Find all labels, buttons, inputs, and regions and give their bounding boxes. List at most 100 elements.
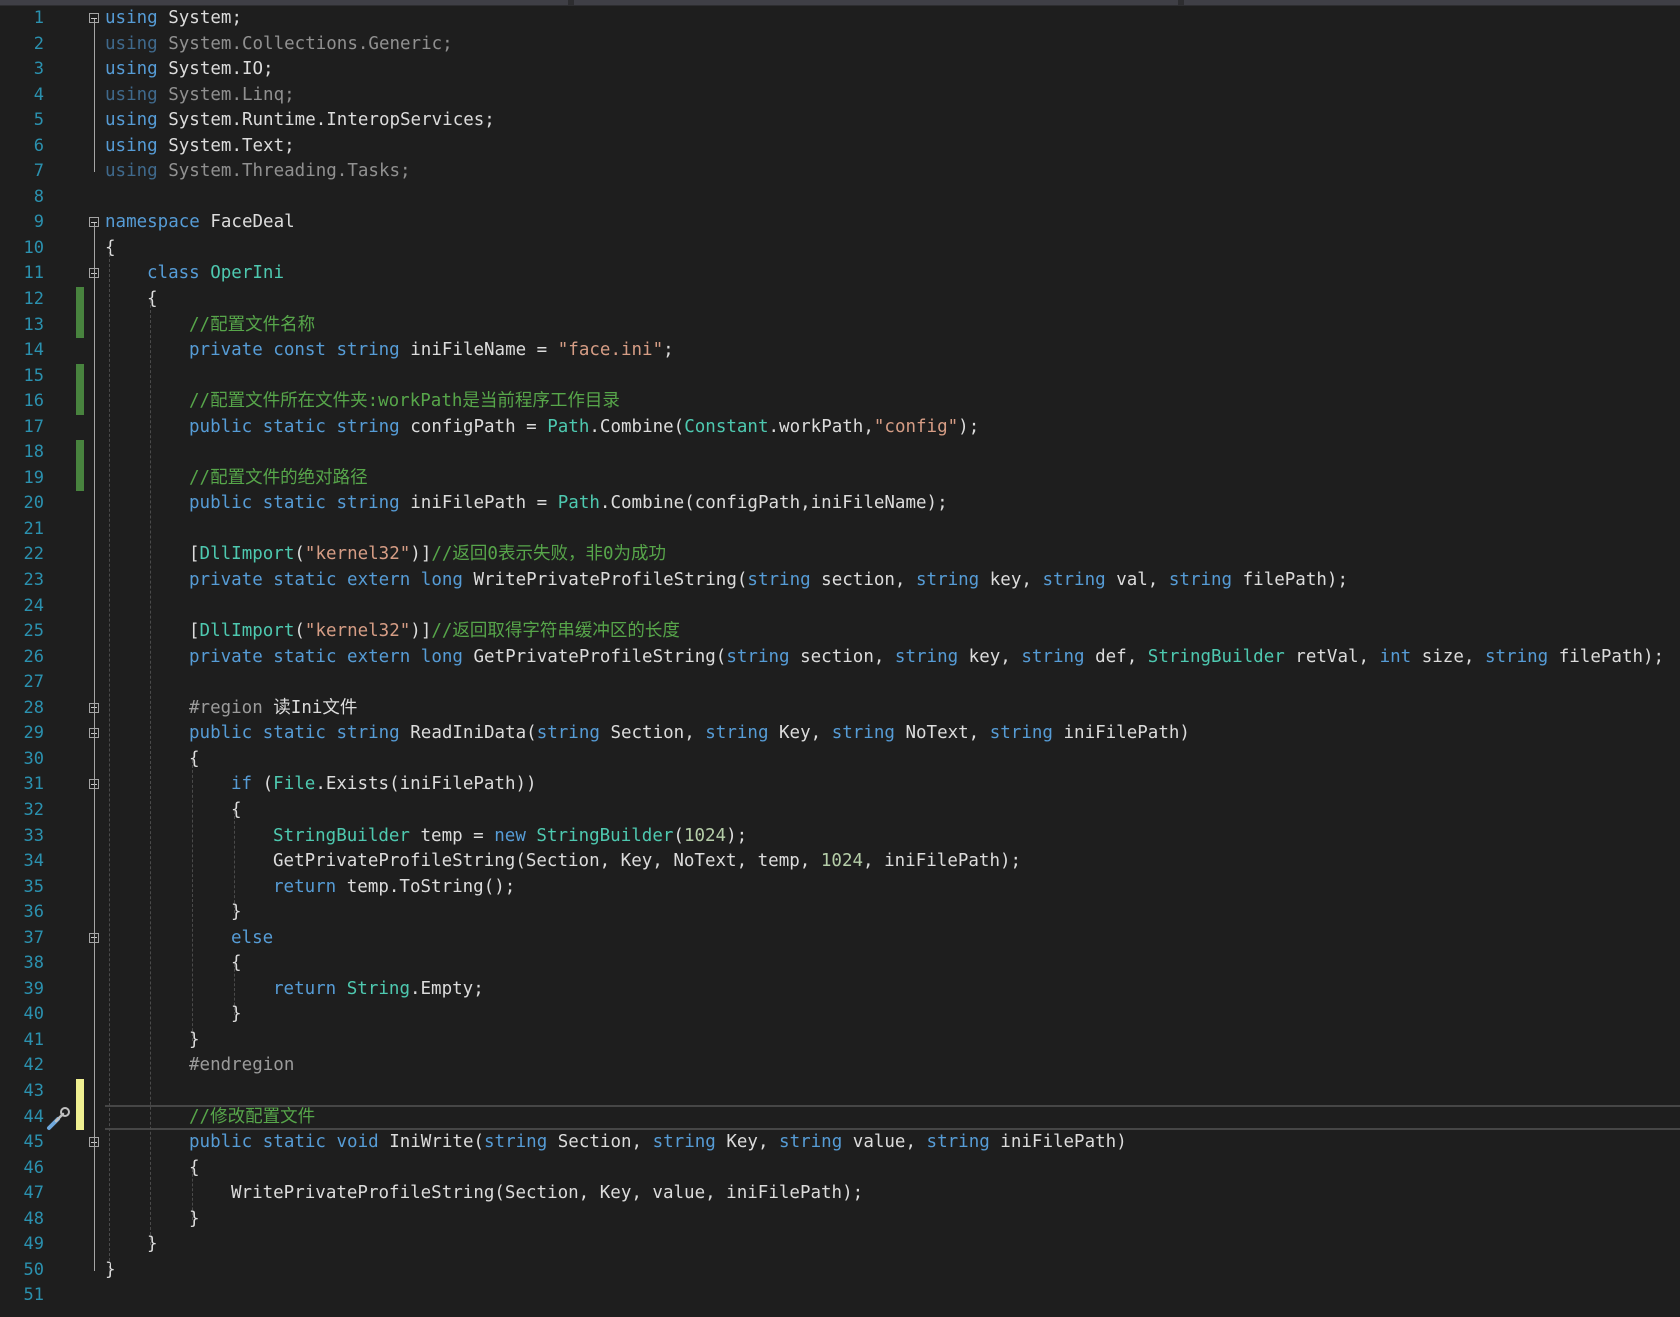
code-line[interactable]: 22 [DllImport("kernel32")]//返回0表示失败，非0为成功 <box>0 542 1680 568</box>
code-line[interactable]: 9 namespace FaceDeal <box>0 210 1680 236</box>
code-text[interactable]: { <box>231 798 242 824</box>
code-text[interactable]: WritePrivateProfileString(Section, Key, … <box>231 1181 863 1207</box>
code-text[interactable]: public static string ReadIniData(string … <box>189 721 1190 747</box>
code-text[interactable]: return String.Empty; <box>273 977 484 1003</box>
code-line[interactable]: 40} <box>0 1002 1680 1028</box>
code-text[interactable]: using System.Runtime.InteropServices; <box>105 108 495 134</box>
code-line[interactable]: 43 <box>0 1078 1680 1105</box>
code-line[interactable]: 49} <box>0 1232 1680 1258</box>
code-line[interactable]: 18 <box>0 440 1680 466</box>
current-line-highlight <box>105 1104 1680 1130</box>
line-number: 5 <box>33 110 44 131</box>
code-line[interactable]: 14 private const string iniFileName = "fa… <box>0 338 1680 364</box>
code-line[interactable]: 46 { <box>0 1156 1680 1182</box>
code-text[interactable]: } <box>231 900 242 926</box>
code-line[interactable]: 31 if (File.Exists(iniFilePath)) <box>0 772 1680 798</box>
code-line[interactable]: 47 WritePrivateProfileString(Section, Key… <box>0 1181 1680 1207</box>
code-text[interactable]: public static string iniFilePath = Path.… <box>189 491 948 517</box>
code-text[interactable]: GetPrivateProfileString(Section, Key, No… <box>273 849 1021 875</box>
code-line[interactable]: 48} <box>0 1207 1680 1233</box>
code-line[interactable]: 29 public static string ReadIniData(strin… <box>0 721 1680 747</box>
code-token: System.Runtime.InteropServices; <box>157 110 495 131</box>
code-line[interactable]: 45 public static void IniWrite(string Sec… <box>0 1130 1680 1156</box>
code-text[interactable]: //配置文件名称 <box>189 313 315 339</box>
code-line[interactable]: 7 using System.Threading.Tasks; <box>0 159 1680 185</box>
code-line[interactable]: 30 { <box>0 747 1680 773</box>
code-text[interactable]: public static string configPath = Path.C… <box>189 415 979 441</box>
code-line[interactable]: 37 else <box>0 926 1680 952</box>
code-text[interactable]: } <box>231 1002 242 1028</box>
code-lines[interactable]: 1 using System; 2 using System.Collections.… <box>0 6 1680 1309</box>
code-line[interactable]: 21 <box>0 517 1680 543</box>
code-line[interactable]: 42 #endregion <box>0 1053 1680 1079</box>
code-line[interactable]: 4 using System.Linq; <box>0 83 1680 109</box>
code-text[interactable]: { <box>231 951 242 977</box>
code-line[interactable]: 17 public static string configPath = Path… <box>0 415 1680 441</box>
code-text[interactable]: using System.IO; <box>105 57 274 83</box>
code-line[interactable]: 6 using System.Text; <box>0 134 1680 160</box>
code-text[interactable]: else <box>231 926 273 952</box>
code-editor[interactable]: 1 using System; 2 using System.Collections.… <box>0 0 1680 1317</box>
code-text[interactable]: public static void IniWrite(string Secti… <box>189 1130 1127 1156</box>
code-text[interactable]: //配置文件所在文件夹:workPath是当前程序工作目录 <box>189 389 620 415</box>
code-line[interactable]: 35 return temp.ToString(); <box>0 875 1680 901</box>
code-line[interactable]: 41} <box>0 1028 1680 1054</box>
code-line[interactable]: 10 { <box>0 236 1680 262</box>
code-line[interactable]: 2 using System.Collections.Generic; <box>0 32 1680 58</box>
code-text[interactable]: { <box>189 1156 200 1182</box>
code-text[interactable]: StringBuilder temp = new StringBuilder(1… <box>273 824 747 850</box>
code-line[interactable]: 34 GetPrivateProfileString(Section, Key, … <box>0 849 1680 875</box>
code-line[interactable]: 3 using System.IO; <box>0 57 1680 83</box>
code-text[interactable]: #region 读Ini文件 <box>189 696 357 722</box>
code-text[interactable]: private static extern long GetPrivatePro… <box>189 645 1664 671</box>
code-text[interactable]: class OperIni <box>147 261 284 287</box>
code-text[interactable]: private const string iniFileName = "face… <box>189 338 674 364</box>
code-line[interactable]: 12 { <box>0 287 1680 313</box>
code-text[interactable]: } <box>147 1232 158 1258</box>
code-line[interactable]: 20 public static string iniFilePath = Pat… <box>0 491 1680 517</box>
code-line[interactable]: 5 using System.Runtime.InteropServices; <box>0 108 1680 134</box>
code-text[interactable]: using System; <box>105 6 242 32</box>
code-line[interactable]: 19 //配置文件的绝对路径 <box>0 465 1680 492</box>
code-text[interactable]: namespace FaceDeal <box>105 210 295 236</box>
code-text[interactable]: using System.Threading.Tasks; <box>105 159 411 185</box>
code-text[interactable]: //修改配置文件 <box>189 1105 315 1131</box>
code-text[interactable]: } <box>189 1207 200 1233</box>
code-text[interactable]: using System.Linq; <box>105 83 295 109</box>
code-text[interactable]: return temp.ToString(); <box>273 875 515 901</box>
code-text[interactable]: } <box>105 1258 116 1284</box>
code-text[interactable]: if (File.Exists(iniFilePath)) <box>231 772 537 798</box>
code-line[interactable]: 11 class OperIni <box>0 261 1680 287</box>
code-line[interactable]: 15 <box>0 363 1680 390</box>
code-text[interactable]: using System.Text; <box>105 134 295 160</box>
code-line[interactable]: 8 <box>0 185 1680 211</box>
code-line[interactable]: 25 [DllImport("kernel32")]//返回取得字符串缓冲区的长度 <box>0 619 1680 645</box>
code-text[interactable]: //配置文件的绝对路径 <box>189 466 368 492</box>
code-line[interactable]: 16 //配置文件所在文件夹:workPath是当前程序工作目录 <box>0 389 1680 415</box>
code-line[interactable]: 1 using System; <box>0 6 1680 32</box>
code-text[interactable]: { <box>147 287 158 313</box>
code-text[interactable]: using System.Collections.Generic; <box>105 32 453 58</box>
code-line[interactable]: 33 StringBuilder temp = new StringBuilder… <box>0 824 1680 850</box>
code-line[interactable]: 39 return String.Empty; <box>0 977 1680 1003</box>
screwdriver-icon[interactable] <box>44 1105 72 1131</box>
code-text[interactable]: { <box>105 236 116 262</box>
code-text[interactable]: private static extern long WritePrivateP… <box>189 568 1348 594</box>
code-line[interactable]: 36} <box>0 900 1680 926</box>
code-line[interactable]: 24 <box>0 594 1680 620</box>
code-text[interactable]: { <box>189 747 200 773</box>
code-line[interactable]: 50} <box>0 1258 1680 1284</box>
code-line[interactable]: 44 //修改配置文件 <box>0 1104 1680 1131</box>
code-line[interactable]: 26 private static extern long GetPrivateP… <box>0 645 1680 671</box>
code-line[interactable]: 38 { <box>0 951 1680 977</box>
code-line[interactable]: 23 private static extern long WritePrivat… <box>0 568 1680 594</box>
code-line[interactable]: 28 #region 读Ini文件 <box>0 696 1680 722</box>
code-line[interactable]: 27 <box>0 670 1680 696</box>
code-text[interactable]: #endregion <box>189 1053 294 1079</box>
code-text[interactable]: [DllImport("kernel32")]//返回取得字符串缓冲区的长度 <box>189 619 680 645</box>
code-text[interactable]: } <box>189 1028 200 1054</box>
code-line[interactable]: 13 //配置文件名称 <box>0 312 1680 339</box>
code-text[interactable]: [DllImport("kernel32")]//返回0表示失败，非0为成功 <box>189 542 666 568</box>
code-line[interactable]: 32 { <box>0 798 1680 824</box>
code-line[interactable]: 51 <box>0 1283 1680 1309</box>
